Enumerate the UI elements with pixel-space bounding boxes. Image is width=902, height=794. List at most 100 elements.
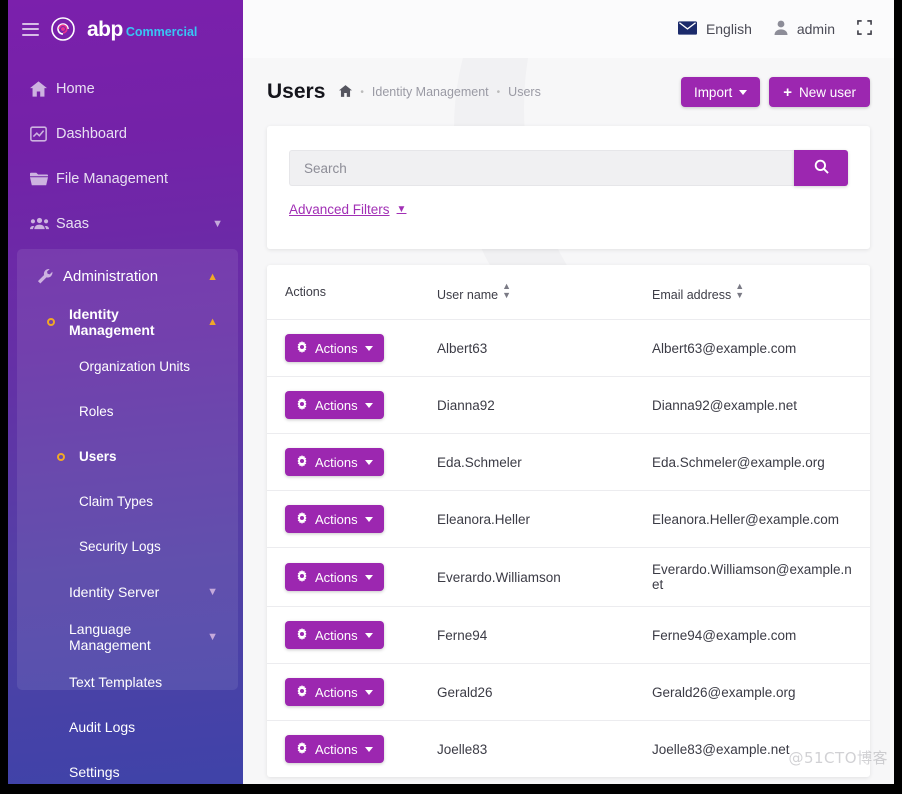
search-icon — [814, 159, 829, 177]
column-label: Actions — [285, 285, 326, 299]
plus-icon: + — [783, 85, 792, 100]
search-input[interactable] — [289, 150, 794, 186]
search-row — [289, 150, 848, 186]
column-label: Email address — [652, 288, 731, 302]
cell-username: Gerald26 — [437, 664, 652, 721]
abp-logo-icon — [51, 17, 75, 41]
sidebar-label: Language Management — [69, 621, 207, 653]
user-icon — [774, 20, 788, 38]
language-label: English — [706, 21, 752, 37]
home-icon[interactable] — [339, 85, 352, 100]
cell-actions: Actions — [267, 320, 437, 377]
sidebar-label: Organization Units — [79, 359, 238, 374]
row-actions-button[interactable]: Actions — [285, 334, 384, 362]
sidebar-label: Identity Management — [69, 306, 207, 338]
cell-actions: Actions — [267, 548, 437, 607]
table-row: ActionsEleanora.HellerEleanora.Heller@ex… — [267, 491, 870, 548]
row-actions-button[interactable]: Actions — [285, 563, 384, 591]
sidebar-item-saas[interactable]: Saas ▼ — [8, 201, 243, 246]
caret-down-icon — [365, 460, 373, 465]
gear-icon — [296, 628, 308, 643]
sidebar-item-claim-types[interactable]: Claim Types — [17, 479, 238, 524]
sidebar-item-home[interactable]: Home — [8, 66, 243, 111]
caret-down-icon — [365, 575, 373, 580]
folder-icon — [30, 171, 56, 187]
sidebar-item-dashboard[interactable]: Dashboard — [8, 111, 243, 156]
breadcrumb-item-users[interactable]: Users — [508, 85, 541, 99]
advanced-filters-toggle[interactable]: Advanced Filters ▼ — [289, 202, 406, 217]
new-user-button[interactable]: + New user — [769, 77, 870, 107]
search-button[interactable] — [794, 150, 848, 186]
table-header-row: Actions User name▲▼ Email address ▲▼ — [267, 265, 870, 320]
sidebar-header: abpCommercial — [8, 0, 243, 58]
column-header-username[interactable]: User name▲▼ — [437, 265, 652, 320]
sidebar-item-text-templates[interactable]: Text Templates — [17, 659, 238, 704]
main-content: Users • Identity Management • Users Impo… — [243, 58, 894, 784]
row-actions-button[interactable]: Actions — [285, 391, 384, 419]
sidebar-item-language-management[interactable]: Language Management ▼ — [17, 614, 238, 659]
sidebar-item-settings[interactable]: Settings — [17, 749, 238, 784]
sidebar-item-organization-units[interactable]: Organization Units — [17, 344, 238, 389]
sidebar-label: File Management — [56, 171, 243, 187]
row-actions-label: Actions — [315, 512, 358, 527]
sidebar-item-security-logs[interactable]: Security Logs — [17, 524, 238, 569]
column-header-email[interactable]: Email address ▲▼ — [652, 265, 870, 320]
table-row: ActionsEverardo.WilliamsonEverardo.Willi… — [267, 548, 870, 607]
cell-username: Ferne94 — [437, 607, 652, 664]
import-button[interactable]: Import — [681, 77, 760, 107]
cell-email: Eda.Schmeler@example.org — [652, 434, 870, 491]
sidebar-item-identity-management[interactable]: Identity Management ▲ — [17, 299, 238, 344]
sidebar-item-audit-logs[interactable]: Audit Logs — [17, 704, 238, 749]
sidebar-item-users[interactable]: Users — [17, 434, 238, 479]
row-actions-button[interactable]: Actions — [285, 505, 384, 533]
row-actions-button[interactable]: Actions — [285, 678, 384, 706]
brand-name[interactable]: abpCommercial — [87, 19, 197, 40]
row-actions-button[interactable]: Actions — [285, 621, 384, 649]
sidebar-label: Text Templates — [69, 674, 238, 690]
fullscreen-button[interactable] — [857, 20, 872, 38]
advanced-filters-label: Advanced Filters — [289, 202, 390, 217]
bullet-icon — [57, 453, 65, 461]
chevron-up-icon: ▲ — [207, 271, 218, 283]
sidebar-label: Administration — [63, 268, 207, 285]
cell-actions: Actions — [267, 664, 437, 721]
mail-button[interactable]: English — [678, 21, 752, 38]
gear-icon — [296, 742, 308, 757]
sort-icon[interactable]: ▲▼ — [735, 282, 744, 300]
hamburger-icon[interactable] — [22, 23, 39, 36]
sidebar-item-administration[interactable]: Administration ▲ — [17, 254, 238, 299]
envelope-icon — [678, 21, 697, 38]
cell-email: Everardo.Williamson@example.net — [652, 548, 870, 607]
cell-actions: Actions — [267, 607, 437, 664]
sidebar-item-roles[interactable]: Roles — [17, 389, 238, 434]
new-user-label: New user — [799, 85, 856, 100]
breadcrumb: • Identity Management • Users — [339, 85, 681, 100]
sidebar-item-identity-server[interactable]: Identity Server ▼ — [17, 569, 238, 614]
user-menu[interactable]: admin — [774, 20, 835, 38]
table-row: ActionsJoelle83Joelle83@example.net — [267, 721, 870, 778]
cell-username: Eleanora.Heller — [437, 491, 652, 548]
chart-icon — [30, 126, 56, 142]
chevron-down-icon: ▼ — [397, 204, 407, 215]
users-table-card: Actions User name▲▼ Email address ▲▼ Acti… — [267, 265, 870, 777]
cell-username: Eda.Schmeler — [437, 434, 652, 491]
cell-username: Joelle83 — [437, 721, 652, 778]
breadcrumb-item-identity-management[interactable]: Identity Management — [372, 85, 489, 99]
sidebar-item-file-management[interactable]: File Management — [8, 156, 243, 201]
cell-email: Albert63@example.com — [652, 320, 870, 377]
row-actions-button[interactable]: Actions — [285, 448, 384, 476]
cell-actions: Actions — [267, 434, 437, 491]
cell-email: Gerald26@example.org — [652, 664, 870, 721]
caret-down-icon — [739, 90, 747, 95]
chevron-down-icon: ▼ — [207, 586, 218, 598]
cell-email: Dianna92@example.net — [652, 377, 870, 434]
gear-icon — [296, 455, 308, 470]
table-row: ActionsAlbert63Albert63@example.com — [267, 320, 870, 377]
sidebar-label: Saas — [56, 216, 212, 232]
caret-down-icon — [365, 690, 373, 695]
row-actions-button[interactable]: Actions — [285, 735, 384, 763]
sort-icon[interactable]: ▲▼ — [502, 282, 511, 300]
caret-down-icon — [365, 517, 373, 522]
fullscreen-icon — [857, 20, 872, 38]
caret-down-icon — [365, 633, 373, 638]
